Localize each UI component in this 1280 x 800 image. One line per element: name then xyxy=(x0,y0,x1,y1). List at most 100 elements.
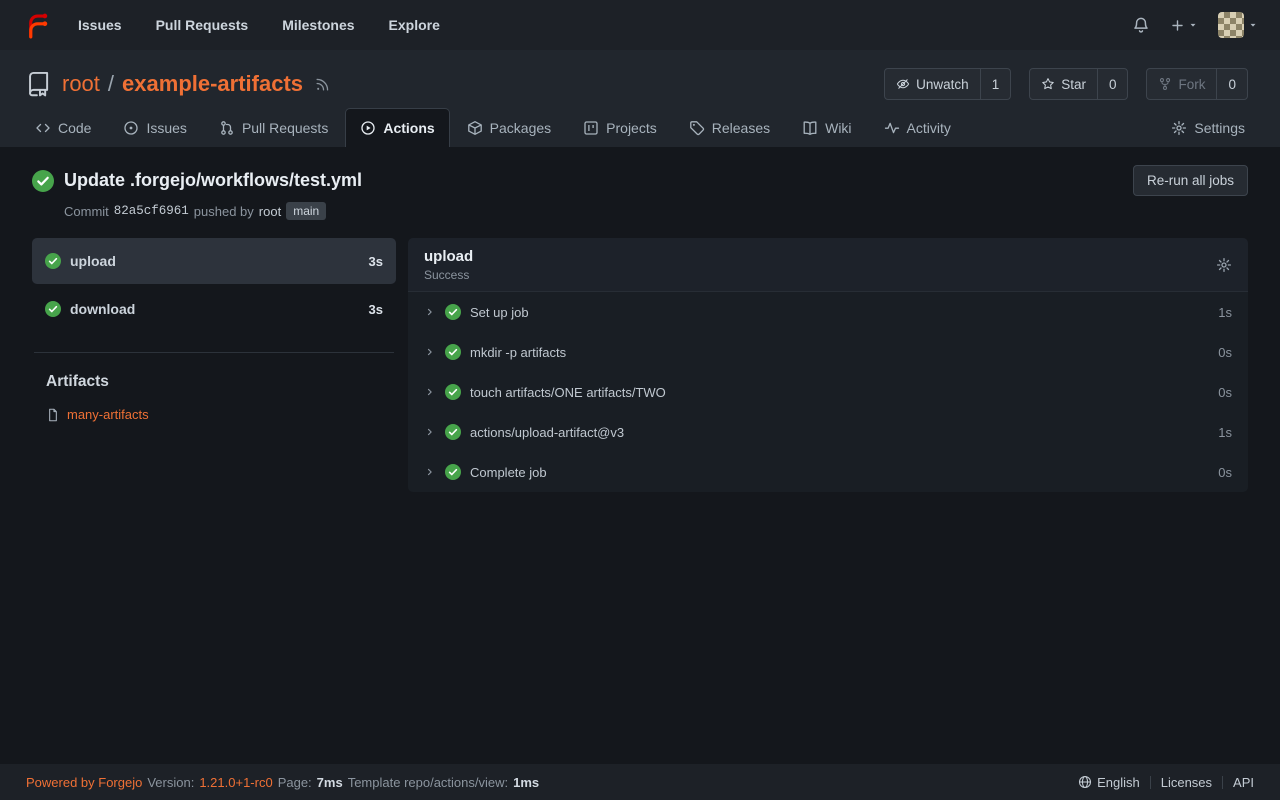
step-duration: 0s xyxy=(1218,345,1232,360)
job-detail-status: Success xyxy=(424,268,473,282)
navbar-right xyxy=(1132,12,1258,38)
page: Issues Pull Requests Milestones Explore xyxy=(0,0,1280,800)
tab-actions[interactable]: Actions xyxy=(345,108,449,147)
divider xyxy=(34,352,394,353)
commit-sha-link[interactable]: 82a5cf6961 xyxy=(114,204,189,218)
fork-count[interactable]: 0 xyxy=(1216,69,1247,99)
tag-icon xyxy=(689,120,705,136)
job-options-gear-icon[interactable] xyxy=(1216,257,1232,273)
globe-icon xyxy=(1078,775,1092,789)
notifications-bell-icon[interactable] xyxy=(1132,16,1150,34)
actions-run-view: Update .forgejo/workflows/test.yml Re-ru… xyxy=(0,147,1280,764)
pull-request-icon xyxy=(219,120,235,136)
forgejo-logo-icon[interactable] xyxy=(22,10,52,40)
run-title: Update .forgejo/workflows/test.yml xyxy=(64,170,362,191)
fork-icon xyxy=(1158,77,1172,91)
tab-packages[interactable]: Packages xyxy=(452,108,566,147)
version-link[interactable]: 1.21.0+1-rc0 xyxy=(199,775,272,790)
chevron-down-icon xyxy=(1188,20,1198,30)
step-row[interactable]: actions/upload-artifact@v3 1s xyxy=(408,412,1248,452)
commit-label: Commit xyxy=(64,204,109,219)
template-label: Template repo/actions/view: xyxy=(348,775,508,790)
unwatch-label: Unwatch xyxy=(916,77,969,92)
issue-icon xyxy=(123,120,139,136)
pushed-by-label: pushed by xyxy=(194,204,254,219)
nav-pull-requests[interactable]: Pull Requests xyxy=(156,17,249,33)
nav-explore[interactable]: Explore xyxy=(389,17,440,33)
steps-list: Set up job 1s mkdir -p artifacts 0s touc… xyxy=(408,292,1248,492)
step-success-icon xyxy=(445,424,461,440)
tab-wiki[interactable]: Wiki xyxy=(787,108,866,147)
watch-count[interactable]: 1 xyxy=(980,69,1011,99)
repo-action-buttons: Unwatch 1 Star 0 xyxy=(884,68,1248,100)
step-row[interactable]: mkdir -p artifacts 0s xyxy=(408,332,1248,372)
rerun-all-jobs-button[interactable]: Re-run all jobs xyxy=(1133,165,1248,196)
version-label: Version: xyxy=(147,775,194,790)
fork-button[interactable]: Fork xyxy=(1147,69,1216,99)
job-duration: 3s xyxy=(369,302,383,317)
star-label: Star xyxy=(1061,77,1086,92)
watch-button-group: Unwatch 1 xyxy=(884,68,1011,100)
chevron-down-icon xyxy=(1248,20,1258,30)
job-success-icon xyxy=(45,253,61,269)
divider xyxy=(1150,776,1151,789)
chevron-right-icon xyxy=(424,386,436,398)
chevron-right-icon xyxy=(424,306,436,318)
star-icon xyxy=(1041,77,1055,91)
job-success-icon xyxy=(45,301,61,317)
job-item-upload[interactable]: upload 3s xyxy=(32,238,396,284)
tab-issues[interactable]: Issues xyxy=(108,108,201,147)
step-row[interactable]: Set up job 1s xyxy=(408,292,1248,332)
template-time: 1ms xyxy=(513,775,539,790)
tab-pull-requests[interactable]: Pull Requests xyxy=(204,108,343,147)
create-new-menu[interactable] xyxy=(1170,18,1198,33)
footer-links: English Licenses API xyxy=(1078,775,1254,790)
pusher-link[interactable]: root xyxy=(259,204,281,219)
step-row[interactable]: Complete job 0s xyxy=(408,452,1248,492)
step-duration: 1s xyxy=(1218,305,1232,320)
user-menu[interactable] xyxy=(1218,12,1258,38)
book-icon xyxy=(802,120,818,136)
nav-issues[interactable]: Issues xyxy=(78,17,122,33)
fork-label: Fork xyxy=(1178,77,1205,92)
step-row[interactable]: touch artifacts/ONE artifacts/TWO 0s xyxy=(408,372,1248,412)
jobs-sidebar: upload 3s download 3s Artifacts man xyxy=(32,238,396,492)
play-circle-icon xyxy=(360,120,376,136)
nav-milestones[interactable]: Milestones xyxy=(282,17,354,33)
repo-name-link[interactable]: example-artifacts xyxy=(122,71,303,97)
api-link[interactable]: API xyxy=(1233,775,1254,790)
tab-activity[interactable]: Activity xyxy=(869,108,966,147)
repo-owner-link[interactable]: root xyxy=(62,71,100,97)
plus-icon xyxy=(1170,18,1185,33)
star-count[interactable]: 0 xyxy=(1097,69,1128,99)
tab-settings[interactable]: Settings xyxy=(1156,108,1260,147)
top-navbar: Issues Pull Requests Milestones Explore xyxy=(0,0,1280,50)
artifacts-heading: Artifacts xyxy=(32,373,396,391)
repo-icon xyxy=(26,71,52,97)
job-detail-title: upload xyxy=(424,248,473,265)
licenses-link[interactable]: Licenses xyxy=(1161,775,1212,790)
rss-icon[interactable] xyxy=(315,77,330,92)
step-success-icon xyxy=(445,384,461,400)
tab-code[interactable]: Code xyxy=(20,108,106,147)
chevron-right-icon xyxy=(424,466,436,478)
page-label: Page: xyxy=(278,775,312,790)
repo-header: root / example-artifacts xyxy=(0,50,1280,147)
artifact-link[interactable]: many-artifacts xyxy=(67,407,149,422)
branch-badge[interactable]: main xyxy=(286,202,326,220)
unwatch-button[interactable]: Unwatch xyxy=(885,69,980,99)
powered-by-link[interactable]: Powered by Forgejo xyxy=(26,775,142,790)
artifact-item: many-artifacts xyxy=(32,407,396,422)
job-item-download[interactable]: download 3s xyxy=(32,286,396,332)
step-success-icon xyxy=(445,464,461,480)
tab-releases[interactable]: Releases xyxy=(674,108,785,147)
breadcrumb-separator: / xyxy=(108,71,114,97)
chevron-right-icon xyxy=(424,426,436,438)
step-duration: 0s xyxy=(1218,385,1232,400)
language-selector[interactable]: English xyxy=(1078,775,1140,790)
tab-projects[interactable]: Projects xyxy=(568,108,672,147)
eye-slash-icon xyxy=(896,77,910,91)
avatar xyxy=(1218,12,1244,38)
repo-tabs: Code Issues Pull Requests Actions Packag… xyxy=(0,108,1280,147)
star-button[interactable]: Star xyxy=(1030,69,1097,99)
